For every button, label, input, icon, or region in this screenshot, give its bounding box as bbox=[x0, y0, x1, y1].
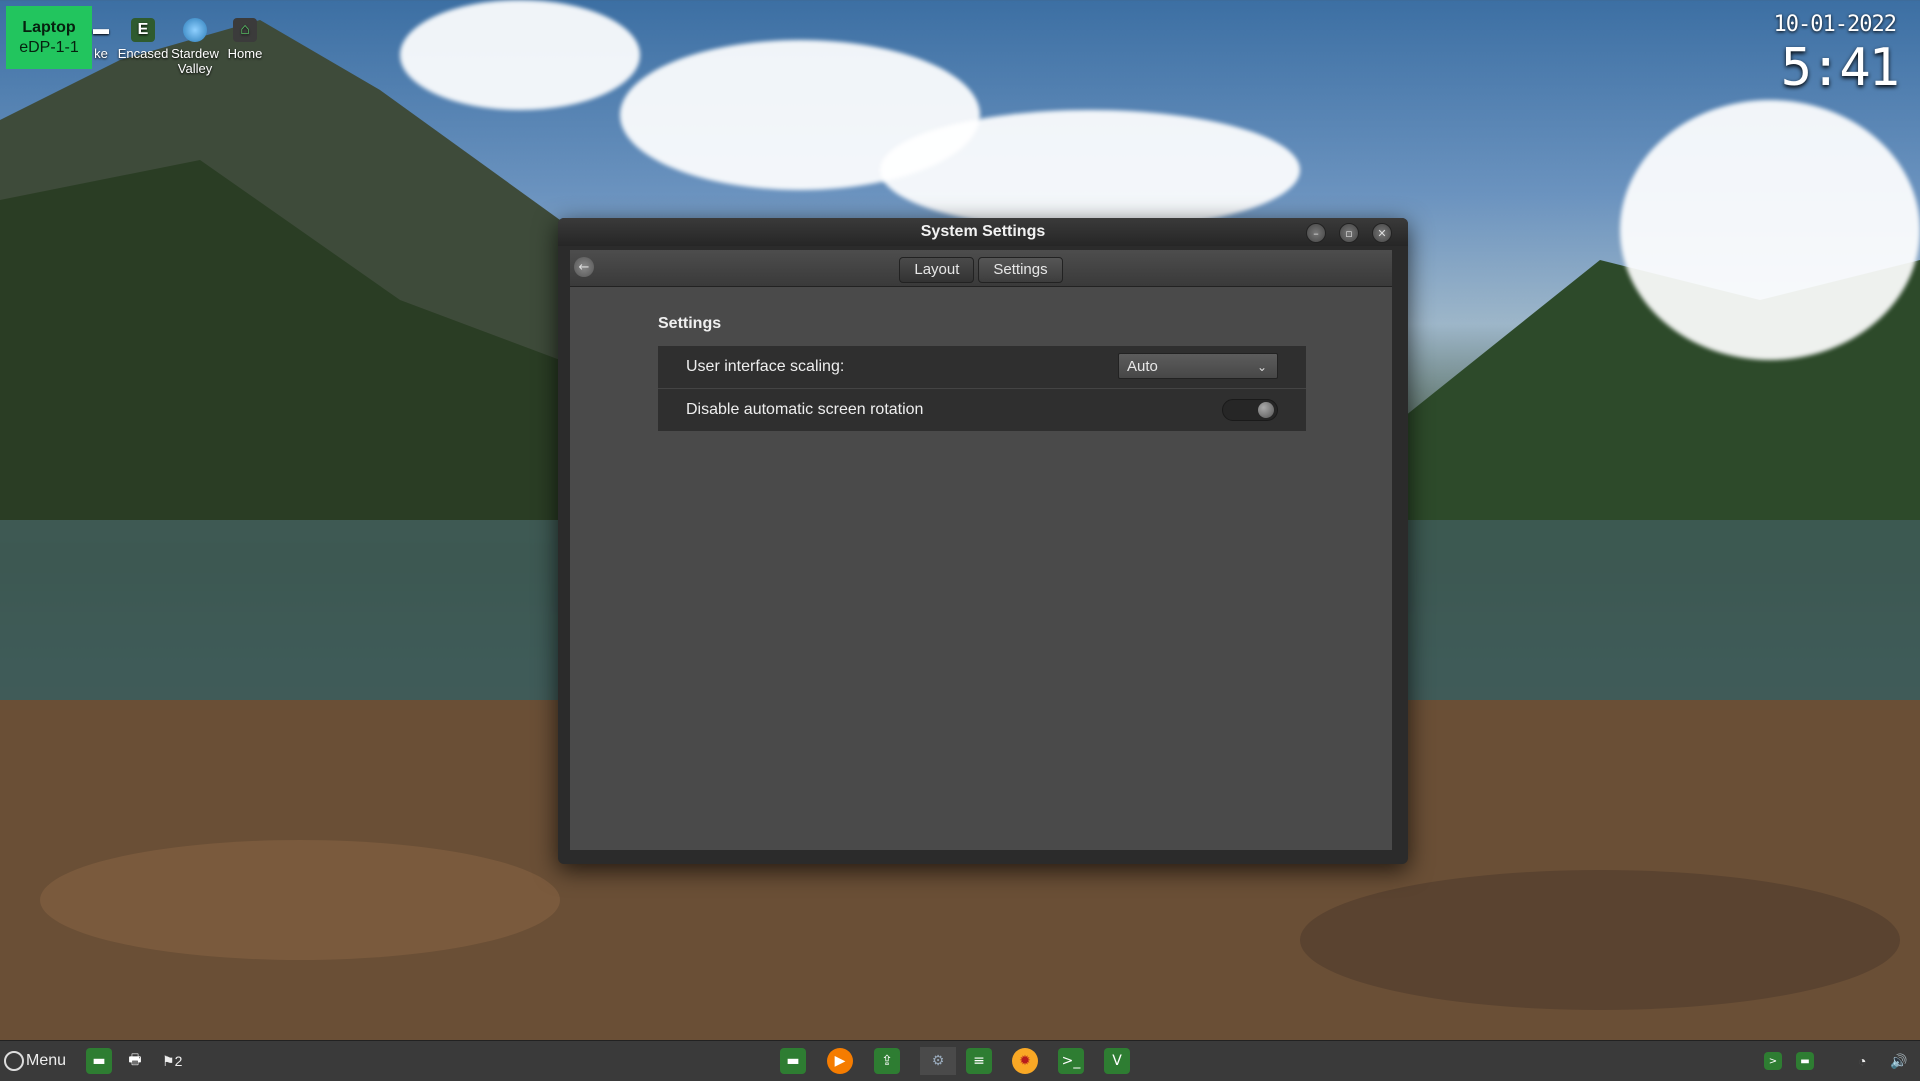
tray-wifi[interactable]: ◔ bbox=[1858, 1047, 1866, 1075]
volume-icon: 🔊 bbox=[1890, 1052, 1908, 1069]
desktop-clock-time: 5:41 bbox=[1780, 38, 1900, 98]
launcher-settings[interactable]: ⚙ bbox=[920, 1047, 956, 1075]
taskbar: Menu ▬ 🖶 ⚑ 2 ▬ ▶ ⇪ ⚙ ≡ ✹ >_ V > ▬ ◔ 🔊 bbox=[0, 1040, 1920, 1081]
chevron-down-icon: ⌄ bbox=[1256, 360, 1267, 374]
maximize-icon: ▫ bbox=[1345, 226, 1353, 240]
system-settings-window: System Settings – ▫ ✕ ← Layout Settings … bbox=[558, 218, 1408, 864]
scaling-value: Auto bbox=[1127, 358, 1158, 375]
file-manager-icon: ▬ bbox=[780, 1048, 806, 1074]
launcher-vivaldi[interactable]: V bbox=[1104, 1047, 1130, 1075]
tab-bar: Layout Settings bbox=[570, 257, 1392, 283]
printer-icon: 🖶 bbox=[128, 1052, 142, 1068]
desktop-clock-date: 10-01-2022 bbox=[1773, 12, 1897, 37]
stardew-valley-icon bbox=[183, 18, 207, 42]
home-folder-icon: ⌂ bbox=[233, 18, 257, 42]
tray-file-manager[interactable]: ▬ bbox=[1796, 1047, 1814, 1075]
launcher-software-center[interactable]: ⇪ bbox=[874, 1047, 900, 1075]
vivaldi-icon: V bbox=[1104, 1048, 1130, 1074]
tab-settings[interactable]: Settings bbox=[978, 257, 1063, 283]
toggle-knob bbox=[1258, 402, 1274, 418]
media-player-icon: ▶ bbox=[827, 1048, 853, 1074]
desktop-icon-label: Home bbox=[227, 46, 263, 61]
maximize-button[interactable]: ▫ bbox=[1339, 223, 1359, 243]
encased-icon: E bbox=[131, 18, 155, 42]
cloud bbox=[1620, 100, 1920, 360]
setting-row-rotation: Disable automatic screen rotation bbox=[658, 389, 1306, 431]
launcher-media-player[interactable]: ▶ bbox=[827, 1047, 853, 1075]
rotation-toggle[interactable] bbox=[1222, 399, 1278, 421]
menu-logo-icon bbox=[4, 1051, 24, 1071]
file-manager-icon: ▬ bbox=[1796, 1052, 1814, 1070]
settings-icon: ⚙ bbox=[931, 1053, 945, 1069]
settings-group: User interface scaling: Auto ⌄ Disable a… bbox=[658, 346, 1306, 431]
launcher-sun-app[interactable]: ✹ bbox=[1012, 1047, 1038, 1075]
launcher-file-manager[interactable]: ▬ bbox=[780, 1047, 806, 1075]
menu-button[interactable]: Menu bbox=[4, 1047, 66, 1075]
window-title: System Settings bbox=[920, 223, 1046, 240]
section-title: Settings bbox=[658, 315, 722, 332]
show-desktop-button[interactable]: ▬ bbox=[86, 1047, 112, 1075]
close-icon: ✕ bbox=[1377, 226, 1387, 240]
minimize-button[interactable]: – bbox=[1306, 223, 1326, 243]
cloud bbox=[400, 0, 640, 110]
setting-row-scaling: User interface scaling: Auto ⌄ bbox=[658, 346, 1306, 389]
close-button[interactable]: ✕ bbox=[1372, 223, 1392, 243]
workspace-count: 2 bbox=[174, 1053, 183, 1069]
workspace-switcher[interactable]: ⚑ 2 bbox=[162, 1047, 182, 1075]
rotation-label: Disable automatic screen rotation bbox=[686, 401, 924, 418]
scaling-label: User interface scaling: bbox=[686, 358, 845, 375]
window-titlebar[interactable]: System Settings – ▫ ✕ bbox=[558, 218, 1408, 246]
scaling-dropdown[interactable]: Auto ⌄ bbox=[1118, 353, 1278, 379]
wifi-icon: ◔ bbox=[1858, 1053, 1867, 1069]
menu-label: Menu bbox=[26, 1052, 67, 1069]
desktop-icon-home[interactable]: ⌂ Home bbox=[210, 18, 280, 61]
cloud bbox=[880, 110, 1300, 230]
file-manager-icon: ▬ bbox=[86, 1048, 112, 1074]
terminal-icon: >_ bbox=[1058, 1048, 1084, 1074]
settings-content: Settings User interface scaling: Auto ⌄ … bbox=[570, 287, 1392, 850]
tray-volume[interactable]: 🔊 bbox=[1890, 1047, 1907, 1075]
minimize-icon: – bbox=[1313, 226, 1319, 240]
launcher-terminal[interactable]: >_ bbox=[1058, 1047, 1084, 1075]
workspace-icon: ⚑ bbox=[162, 1052, 175, 1069]
terminal-icon: > bbox=[1764, 1052, 1782, 1070]
tab-layout[interactable]: Layout bbox=[899, 257, 975, 283]
text-editor-icon: ≡ bbox=[966, 1048, 992, 1074]
window-toolbar: ← Layout Settings bbox=[570, 250, 1392, 287]
launcher-text-editor[interactable]: ≡ bbox=[966, 1047, 992, 1075]
desktop-icon-label: ke bbox=[94, 46, 108, 61]
sun-app-icon: ✹ bbox=[1012, 1048, 1038, 1074]
tray-terminal[interactable]: > bbox=[1764, 1047, 1782, 1075]
software-center-icon: ⇪ bbox=[874, 1048, 900, 1074]
printer-button[interactable]: 🖶 bbox=[122, 1047, 148, 1075]
